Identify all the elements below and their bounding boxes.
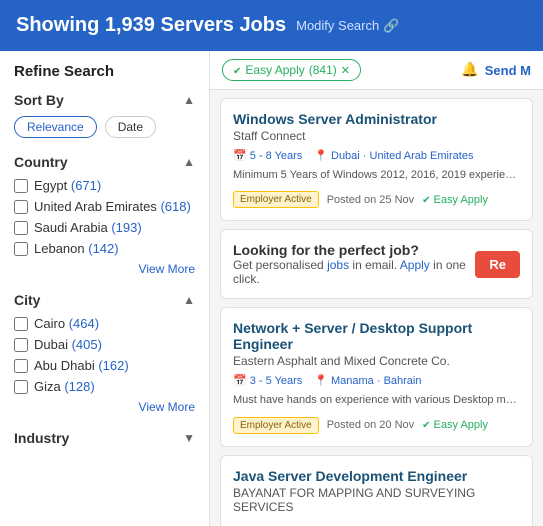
city-section: City ▲ Cairo (464) Dubai (405) Abu Dhabi… xyxy=(14,292,195,414)
jobs-link[interactable]: jobs xyxy=(327,258,349,272)
sort-relevance-button[interactable]: Relevance xyxy=(14,116,97,138)
job-location-1: Dubai · United Arab Emirates xyxy=(314,149,473,162)
job-desc-2: Must have hands on experience with vario… xyxy=(233,393,520,408)
city-item-cairo: Cairo (464) xyxy=(14,316,195,331)
topbar-right: Send M xyxy=(461,61,531,79)
city-checkbox-abudhabi[interactable] xyxy=(14,359,28,373)
country-item-egypt: Egypt (671) xyxy=(14,178,195,193)
country-view-more[interactable]: View More xyxy=(14,262,195,276)
job-meta-1: 5 - 8 Years Dubai · United Arab Emirates xyxy=(233,149,520,162)
industry-header: Industry ▼ xyxy=(14,430,195,446)
sort-by-chevron-icon: ▲ xyxy=(183,93,195,107)
job-title-3: Java Server Development Engineer xyxy=(233,468,520,484)
modify-search-link[interactable]: Modify Search 🔗 xyxy=(296,18,399,34)
city-view-more[interactable]: View More xyxy=(14,400,195,414)
posted-date-2: Posted on 20 Nov xyxy=(327,419,414,431)
employer-active-badge-1: Employer Active xyxy=(233,191,319,208)
filter-count: (841) xyxy=(309,63,337,77)
job-list: Windows Server Administrator Staff Conne… xyxy=(210,90,543,526)
filter-close-icon[interactable]: ✕ xyxy=(341,64,350,77)
location-icon-2 xyxy=(314,374,328,387)
country-item-uae: United Arab Emirates (618) xyxy=(14,199,195,214)
job-years-1: 5 - 8 Years xyxy=(233,149,302,162)
city-chevron-icon: ▲ xyxy=(183,293,195,307)
easy-apply-1[interactable]: Easy Apply xyxy=(422,194,488,206)
calendar-icon xyxy=(233,149,247,162)
city-item-abudhabi: Abu Dhabi (162) xyxy=(14,358,195,373)
job-footer-1: Employer Active Posted on 25 Nov Easy Ap… xyxy=(233,191,520,208)
sort-date-button[interactable]: Date xyxy=(105,116,156,138)
job-card-1[interactable]: Windows Server Administrator Staff Conne… xyxy=(220,98,533,221)
apply-link[interactable]: Apply xyxy=(400,258,430,272)
register-button[interactable]: Re xyxy=(475,251,520,278)
job-company-3: BAYANAT FOR MAPPING AND SURVEYING SERVIC… xyxy=(233,486,520,514)
perfect-job-banner: Looking for the perfect job? Get persona… xyxy=(220,229,533,299)
top-bar: Easy Apply (841) ✕ Send M xyxy=(210,51,543,90)
job-desc-1: Minimum 5 Years of Windows 2012, 2016, 2… xyxy=(233,168,520,183)
country-chevron-icon: ▲ xyxy=(183,155,195,169)
city-header: City ▲ xyxy=(14,292,195,308)
sidebar: Refine Search Sort By ▲ Relevance Date C… xyxy=(0,51,210,526)
job-location-2: Manama · Bahrain xyxy=(314,374,421,387)
country-checkbox-saudi[interactable] xyxy=(14,221,28,235)
job-card-2[interactable]: Network + Server / Desktop Support Engin… xyxy=(220,307,533,446)
sort-by-options: Relevance Date xyxy=(14,116,195,138)
employer-active-badge-2: Employer Active xyxy=(233,417,319,434)
city-item-dubai: Dubai (405) xyxy=(14,337,195,352)
country-checkbox-lebanon[interactable] xyxy=(14,242,28,256)
industry-label: Industry xyxy=(14,430,69,446)
country-checkbox-uae[interactable] xyxy=(14,200,28,214)
sort-by-header: Sort By ▲ xyxy=(14,92,195,108)
job-company-1: Staff Connect xyxy=(233,129,520,143)
right-panel: Easy Apply (841) ✕ Send M Windows Server… xyxy=(210,51,543,526)
job-footer-2: Employer Active Posted on 20 Nov Easy Ap… xyxy=(233,417,520,434)
easy-apply-filter[interactable]: Easy Apply (841) ✕ xyxy=(222,59,361,81)
link-icon: 🔗 xyxy=(383,18,399,34)
banner-body: Get personalised jobs in email. Apply in… xyxy=(233,258,475,286)
main-layout: Refine Search Sort By ▲ Relevance Date C… xyxy=(0,51,543,526)
city-label: City xyxy=(14,292,40,308)
calendar-icon-2 xyxy=(233,374,247,387)
check-icon xyxy=(233,63,241,77)
banner-heading: Looking for the perfect job? xyxy=(233,242,475,258)
easy-apply-2[interactable]: Easy Apply xyxy=(422,419,488,431)
send-me-button[interactable]: Send M xyxy=(485,63,531,78)
country-header: Country ▲ xyxy=(14,154,195,170)
job-company-2: Eastern Asphalt and Mixed Concrete Co. xyxy=(233,354,520,368)
country-checkbox-egypt[interactable] xyxy=(14,179,28,193)
country-item-saudi: Saudi Arabia (193) xyxy=(14,220,195,235)
easy-apply-check-icon-1 xyxy=(422,194,430,206)
industry-chevron-icon: ▼ xyxy=(183,431,195,445)
sidebar-title: Refine Search xyxy=(14,63,195,80)
location-icon xyxy=(314,149,328,162)
country-item-lebanon: Lebanon (142) xyxy=(14,241,195,256)
filter-label: Easy Apply xyxy=(245,63,304,77)
easy-apply-check-icon-2 xyxy=(422,419,430,431)
job-meta-2: 3 - 5 Years Manama · Bahrain xyxy=(233,374,520,387)
city-checkbox-cairo[interactable] xyxy=(14,317,28,331)
sort-by-section: Sort By ▲ Relevance Date xyxy=(14,92,195,138)
banner-text: Looking for the perfect job? Get persona… xyxy=(233,242,475,286)
job-title-1: Windows Server Administrator xyxy=(233,111,520,127)
city-checkbox-dubai[interactable] xyxy=(14,338,28,352)
job-title-2: Network + Server / Desktop Support Engin… xyxy=(233,320,520,352)
sort-by-label: Sort By xyxy=(14,92,64,108)
header: Showing 1,939 Servers Jobs Modify Search… xyxy=(0,0,543,51)
page-title: Showing 1,939 Servers Jobs xyxy=(16,14,286,37)
city-item-giza: Giza (128) xyxy=(14,379,195,394)
country-section: Country ▲ Egypt (671) United Arab Emirat… xyxy=(14,154,195,276)
bell-icon[interactable] xyxy=(461,61,478,79)
industry-section: Industry ▼ xyxy=(14,430,195,446)
city-checkbox-giza[interactable] xyxy=(14,380,28,394)
country-label: Country xyxy=(14,154,68,170)
job-years-2: 3 - 5 Years xyxy=(233,374,302,387)
posted-date-1: Posted on 25 Nov xyxy=(327,194,414,206)
job-card-3[interactable]: Java Server Development Engineer BAYANAT… xyxy=(220,455,533,526)
